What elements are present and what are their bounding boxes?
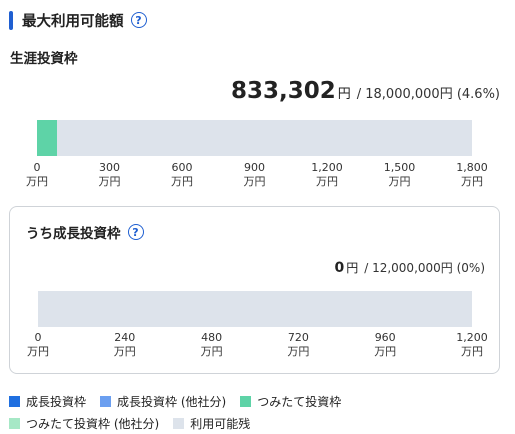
growth-tick-label: 720 万円 [273,331,323,359]
lifetime-tick-value: 300 [99,161,120,174]
legend-row: つみたて投資枠 (他社分) 利用可能残 [9,413,509,433]
growth-progress-bar [38,291,472,327]
lifetime-tick-unit: 万円 [98,175,121,188]
lifetime-progress-bar [37,120,472,156]
growth-limit-title: うち成長投資枠 [26,226,121,242]
lifetime-tick-label: 1,800 万円 [447,161,497,189]
growth-tick-label: 0 万円 [13,331,63,359]
lifetime-amount: 833,302 円 / 18,000,000円 (4.6%) [231,78,500,104]
growth-tick-value: 960 [374,331,396,344]
lifetime-used-amount: 833,302 [230,78,336,104]
lifetime-tick-unit: 万円 [316,175,338,188]
growth-tick-value: 1,200 [456,331,488,344]
lifetime-tick-label: 1,500 万円 [375,161,425,189]
growth-axis: 0 万円 240 万円 480 万円 720 万円 960 万円 1,200 万円 [27,331,488,361]
lifetime-tick-value: 900 [244,161,265,174]
growth-used-yen: 円 [346,261,359,275]
legend-label: つみたて投資枠 [257,394,342,409]
growth-tick-value: 240 [114,331,136,344]
legend-label: 利用可能残 [190,416,251,431]
section-header: 最大利用可能額 ? [9,9,147,31]
growth-tick-value: 480 [201,331,223,344]
page-title: 最大利用可能額 [22,13,124,30]
legend-swatch [9,395,20,407]
lifetime-tick-value: 600 [171,161,193,174]
lifetime-progress-fill [37,120,57,156]
legend-swatch [240,395,252,407]
lifetime-tick-unit: 万円 [243,175,266,188]
lifetime-tick-unit: 万円 [461,175,483,188]
legend: 成長投資枠 成長投資枠 (他社分) つみたて投資枠 つみたて投資枠 (他社分) 利用可… [9,391,509,434]
lifetime-tick-label: 600 万円 [157,161,207,189]
growth-tick-unit: 万円 [461,345,483,358]
lifetime-tick-label: 900 万円 [230,161,280,189]
lifetime-limit-text: / 18,000,000円 (4.6%) [356,87,500,102]
help-icon[interactable]: ? [130,12,147,28]
growth-tick-unit: 万円 [200,345,223,358]
growth-tick-label: 1,200 万円 [447,331,497,359]
legend-row: 成長投資枠 成長投資枠 (他社分) つみたて投資枠 [9,391,509,411]
lifetime-tick-unit: 万円 [171,175,193,188]
lifetime-tick-value: 1,500 [383,161,416,174]
lifetime-tick-value: 1,200 [311,161,343,174]
legend-item: 成長投資枠 [9,393,86,410]
lifetime-tick-unit: 万円 [388,175,411,188]
lifetime-tick-label: 300 万円 [85,161,135,189]
growth-tick-unit: 万円 [287,345,310,358]
help-icon[interactable]: ? [127,224,144,240]
legend-item: つみたて投資枠 (他社分) [9,415,159,432]
growth-tick-value: 720 [287,331,309,344]
legend-swatch [173,417,185,429]
growth-tick-unit: 万円 [374,345,397,358]
growth-amount: 0 円 / 12,000,000円 (0%) [334,259,485,276]
lifetime-axis: 0 万円 300 万円 600 万円 900 万円 1,200 万円 1,500 万円 1,800 万円 [26,161,488,191]
growth-tick-label: 480 万円 [187,331,237,359]
growth-used-amount: 0 [334,260,345,276]
lifetime-tick-label: 0 万円 [12,161,62,189]
legend-item: 成長投資枠 (他社分) [100,393,226,410]
lifetime-tick-value: 1,800 [456,161,488,174]
legend-swatch [9,417,20,429]
growth-tick-value: 0 [34,331,42,344]
growth-limit-title-row: うち成長投資枠 ? [26,222,144,242]
legend-label: 成長投資枠 [26,394,87,409]
growth-limit-card: うち成長投資枠 ? 0 円 / 12,000,000円 (0%) 0 万円 240 万… [9,206,500,374]
lifetime-used-yen: 円 [337,87,351,102]
legend-label: 成長投資枠 (他社分) [117,394,227,409]
header-accent-bar [9,10,13,30]
lifetime-tick-label: 1,200 万円 [302,161,352,189]
growth-tick-unit: 万円 [113,345,136,358]
growth-limit-text: / 12,000,000円 (0%) [364,261,485,275]
growth-tick-unit: 万円 [27,345,49,358]
legend-item: つみたて投資枠 [240,393,341,410]
legend-label: つみたて投資枠 (他社分) [26,416,160,431]
legend-item: 利用可能残 [173,415,250,432]
lifetime-tick-unit: 万円 [26,175,48,188]
legend-swatch [100,395,112,407]
lifetime-tick-value: 0 [33,161,41,174]
growth-tick-label: 960 万円 [360,331,410,359]
lifetime-limit-title: 生涯投資枠 [10,51,78,67]
growth-tick-label: 240 万円 [100,331,150,359]
